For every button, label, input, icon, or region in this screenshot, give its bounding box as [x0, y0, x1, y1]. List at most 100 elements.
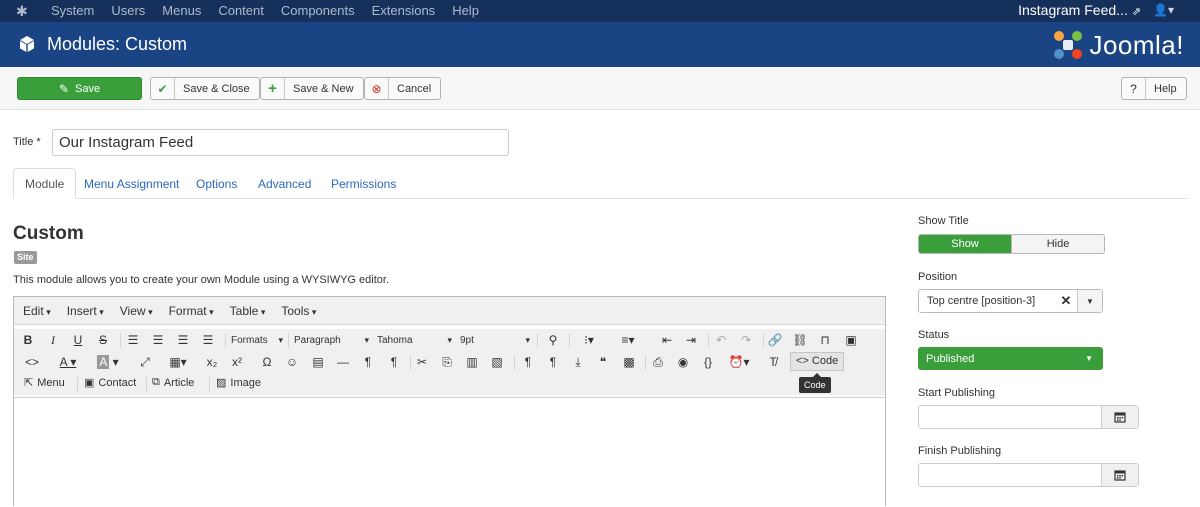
position-select[interactable]: Top centre [position-3] ✕ ▼: [918, 289, 1103, 313]
user-menu-icon[interactable]: 👤▾: [1153, 3, 1174, 17]
insert-menu-button[interactable]: ⇱ Menu: [24, 376, 65, 390]
tab-module[interactable]: Module: [13, 168, 77, 199]
media-icon[interactable]: ▤: [309, 354, 327, 371]
editor-menu-insert[interactable]: Insert: [67, 304, 104, 318]
joomla-logo: Joomla!: [1051, 28, 1184, 62]
chevron-down-icon[interactable]: ▼: [1077, 290, 1102, 312]
clear-formatting-icon[interactable]: T̸: [764, 354, 782, 371]
paste-text-icon[interactable]: ▧: [488, 354, 506, 371]
editor-toolbar-row-2: <> A ▾ A ▾ ⤢ ▦▾ x₂ x² Ω ☺ ▤ — ¶ ¶ ✂ ⎘ ▥ …: [14, 351, 885, 373]
status-select[interactable]: Published ▼: [918, 347, 1103, 370]
code-icon: <>: [796, 355, 809, 367]
code-button[interactable]: <> Code: [790, 352, 845, 371]
template-icon[interactable]: ▩: [620, 354, 638, 371]
font-family-select[interactable]: Tahoma: [377, 332, 452, 349]
tab-options[interactable]: Options: [185, 168, 248, 199]
copy-icon[interactable]: ⎘: [438, 354, 456, 371]
align-justify-icon[interactable]: ☰: [199, 332, 217, 349]
print-icon[interactable]: ⎙: [649, 354, 667, 371]
finish-publishing-input[interactable]: [919, 464, 1101, 486]
bullet-list-icon[interactable]: ⁝▾: [576, 332, 602, 349]
tab-menu-assignment[interactable]: Menu Assignment: [73, 168, 190, 199]
brand-text: Joomla!: [1089, 29, 1184, 60]
bold-icon[interactable]: B: [19, 332, 37, 349]
subscript-icon[interactable]: x₂: [203, 354, 221, 371]
redo-icon[interactable]: ↷: [737, 332, 755, 349]
title-input[interactable]: [52, 129, 509, 156]
superscript-icon[interactable]: x²: [228, 354, 246, 371]
align-left-icon[interactable]: ☰: [124, 332, 142, 349]
menu-system[interactable]: System: [51, 3, 94, 18]
unlink-icon[interactable]: ⛓: [791, 332, 809, 349]
menu-help[interactable]: Help: [452, 3, 479, 18]
calendar-button[interactable]: [1101, 406, 1138, 428]
cancel-button[interactable]: ⊗ Cancel: [364, 77, 442, 100]
insert-article-button[interactable]: ⧉ Article: [152, 376, 194, 389]
horizontal-rule-icon[interactable]: —: [334, 354, 352, 371]
show-option[interactable]: Show: [919, 235, 1011, 253]
save-close-button[interactable]: ✔ Save & Close: [150, 77, 260, 100]
editor-toolbar-row-3: ⇱ Menu ▣ Contact ⧉ Article ▨ Image: [14, 373, 885, 395]
editor-menu-edit[interactable]: Edit: [23, 304, 51, 318]
nonbreaking-icon[interactable]: ¶: [544, 354, 562, 371]
insert-image-button[interactable]: ▨ Image: [216, 376, 261, 390]
background-color-icon[interactable]: A ▾: [94, 354, 122, 371]
formats-select[interactable]: Formats: [231, 332, 283, 349]
cut-icon[interactable]: ✂: [413, 354, 431, 371]
indent-icon[interactable]: ⇥: [682, 332, 700, 349]
emoticons-icon[interactable]: ☺: [283, 354, 301, 371]
image-icon[interactable]: ▣: [842, 332, 860, 349]
menu-users[interactable]: Users: [111, 3, 145, 18]
fullscreen-icon[interactable]: ⤢: [136, 354, 154, 371]
special-character-icon[interactable]: Ω: [258, 354, 276, 371]
editor-menu-tools[interactable]: Tools: [281, 304, 316, 318]
editor-content-area[interactable]: [14, 397, 885, 507]
text-color-icon[interactable]: A ▾: [54, 354, 82, 371]
toolbar-divider: [209, 377, 210, 392]
tab-advanced[interactable]: Advanced: [247, 168, 322, 199]
undo-icon[interactable]: ↶: [712, 332, 730, 349]
joomla-menu-icon[interactable]: ✱: [16, 3, 32, 19]
calendar-button[interactable]: [1101, 464, 1138, 486]
menu-content[interactable]: Content: [218, 3, 264, 18]
font-size-select[interactable]: 9pt: [460, 332, 530, 349]
clear-icon[interactable]: ✕: [1055, 293, 1077, 309]
start-publishing-input[interactable]: [919, 406, 1101, 428]
source-code-icon[interactable]: <>: [23, 354, 41, 371]
menu-extensions[interactable]: Extensions: [372, 3, 436, 18]
editor-menu-table[interactable]: Table: [230, 304, 266, 318]
menu-components[interactable]: Components: [281, 3, 355, 18]
italic-icon[interactable]: I: [44, 332, 62, 349]
underline-icon[interactable]: U: [69, 332, 87, 349]
find-icon[interactable]: ⚲: [544, 332, 562, 349]
paste-icon[interactable]: ▥: [463, 354, 481, 371]
save-button[interactable]: ✎ Save: [17, 77, 142, 100]
help-button[interactable]: ? Help: [1121, 77, 1187, 100]
insert-file-icon[interactable]: ⤓: [569, 354, 587, 371]
preview-icon[interactable]: ◉: [674, 354, 692, 371]
table-icon[interactable]: ▦▾: [164, 354, 192, 371]
align-right-icon[interactable]: ☰: [174, 332, 192, 349]
visual-chars-icon[interactable]: ¶: [519, 354, 537, 371]
save-new-button[interactable]: + Save & New: [260, 77, 364, 100]
page-header: Modules: Custom Joomla!: [0, 22, 1200, 67]
link-icon[interactable]: 🔗: [766, 332, 784, 349]
menu-menus[interactable]: Menus: [162, 3, 201, 18]
ltr-icon[interactable]: ¶: [359, 354, 377, 371]
bookmark-icon[interactable]: ⊓: [816, 332, 834, 349]
editor-menu-view[interactable]: View: [120, 304, 153, 318]
hide-option[interactable]: Hide: [1011, 235, 1104, 253]
strikethrough-icon[interactable]: S: [94, 332, 112, 349]
numbered-list-icon[interactable]: ≡▾: [615, 332, 641, 349]
editor-menu-format[interactable]: Format: [169, 304, 214, 318]
tab-permissions[interactable]: Permissions: [320, 168, 407, 199]
align-center-icon[interactable]: ☰: [149, 332, 167, 349]
code-sample-icon[interactable]: {}: [699, 354, 717, 371]
blockquote-icon[interactable]: ❝: [594, 354, 612, 371]
outdent-icon[interactable]: ⇤: [658, 332, 676, 349]
block-format-select[interactable]: Paragraph: [294, 332, 369, 349]
site-link[interactable]: Instagram Feed... ⇗: [1018, 2, 1141, 18]
rtl-icon[interactable]: ¶: [385, 354, 403, 371]
insert-contact-button[interactable]: ▣ Contact: [84, 376, 136, 390]
insert-datetime-icon[interactable]: ⏰▾: [725, 354, 753, 371]
